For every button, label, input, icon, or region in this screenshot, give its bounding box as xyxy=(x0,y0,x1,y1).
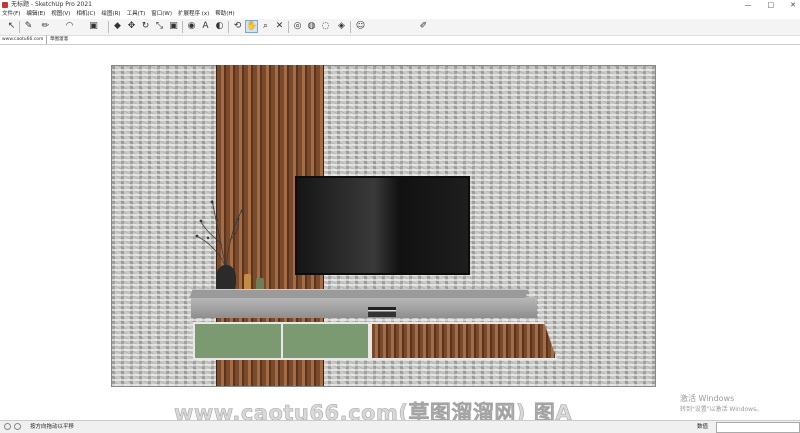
menu-draw[interactable]: 绘图(R) xyxy=(101,10,120,19)
text-icon[interactable]: A xyxy=(200,21,211,32)
status-bar: 按方向拖动以平移 数值 xyxy=(0,420,800,433)
window-controls: — □ ✕ xyxy=(745,0,797,10)
book-stack xyxy=(368,307,396,317)
minimize-button[interactable]: — xyxy=(745,0,752,10)
menu-help[interactable]: 帮助(H) xyxy=(215,10,234,19)
measurements-input[interactable] xyxy=(716,422,800,433)
tape-icon[interactable]: ◉ xyxy=(186,21,197,32)
tab-scene[interactable]: 草图溜溜 xyxy=(46,35,68,44)
toolbar-separator xyxy=(182,21,183,33)
pan-icon[interactable]: ✋ xyxy=(245,20,258,33)
toolbar: ↖ ✎ ✏ ◠ ▣ ◆ ✥ ↻ ⤡ ▣ ◉ A ◐ ⟲ ✋ ⌕ ✕ ◎ ◍ ◌ … xyxy=(0,19,800,36)
pencil-icon[interactable]: ✏ xyxy=(40,21,51,32)
arc-icon[interactable]: ◠ xyxy=(64,21,75,32)
floating-shelf xyxy=(189,289,529,298)
sketchup-logo-icon xyxy=(2,2,8,8)
windows-activation-notice: 激活 Windows 转到"设置"以激活 Windows。 xyxy=(680,393,762,415)
activation-title: 激活 Windows xyxy=(680,394,735,403)
menu-window[interactable]: 窗口(W) xyxy=(151,10,172,19)
title-bar: 无标题 - SketchUp Pro 2021 — □ ✕ xyxy=(0,0,800,10)
scale-icon[interactable]: ⤡ xyxy=(154,21,165,32)
orbit-icon[interactable]: ⟲ xyxy=(232,21,243,32)
report-icon[interactable]: ✐ xyxy=(418,21,429,32)
rectangle-icon[interactable]: ▣ xyxy=(88,21,99,32)
model-viewport[interactable] xyxy=(0,45,800,420)
window-title: 无标题 - SketchUp Pro 2021 xyxy=(11,1,92,8)
menu-extensions[interactable]: 扩展程序 (x) xyxy=(178,10,209,19)
menu-camera[interactable]: 相机(C) xyxy=(76,10,95,19)
credits-icon[interactable] xyxy=(14,423,21,430)
close-button[interactable]: ✕ xyxy=(790,0,796,10)
warehouse-icon[interactable]: ◎ xyxy=(292,21,303,32)
move-icon[interactable]: ✥ xyxy=(126,21,137,32)
television xyxy=(295,176,470,275)
status-hint: 按方向拖动以平移 xyxy=(30,424,75,430)
activation-detail: 转到"设置"以激活 Windows。 xyxy=(680,406,763,413)
select-icon[interactable]: ↖ xyxy=(6,21,17,32)
toolbar-separator xyxy=(288,21,289,33)
menu-bar: 文件(F) 编辑(E) 视图(V) 相机(C) 绘图(R) 工具(T) 窗口(W… xyxy=(0,10,800,19)
eraser-icon[interactable]: ✎ xyxy=(23,21,34,32)
toolbar-separator xyxy=(19,21,20,33)
menu-view[interactable]: 视图(V) xyxy=(51,10,70,19)
decorative-branch xyxy=(195,199,244,269)
menu-edit[interactable]: 编辑(E) xyxy=(26,10,45,19)
layout-icon[interactable]: ◌ xyxy=(320,21,331,32)
account-icon[interactable]: ☺ xyxy=(355,21,366,32)
zoom-extents-icon[interactable]: ✕ xyxy=(274,21,285,32)
geo-location-icon[interactable] xyxy=(4,423,11,430)
toolbar-separator xyxy=(228,21,229,33)
cabinet-divider xyxy=(281,322,283,360)
shelf-lower xyxy=(191,297,537,318)
measurements-label: 数值 xyxy=(697,424,709,430)
style-icon[interactable]: ◈ xyxy=(336,21,347,32)
paint-icon[interactable]: ◐ xyxy=(214,21,225,32)
rotate-icon[interactable]: ↻ xyxy=(140,21,151,32)
menu-tools[interactable]: 工具(T) xyxy=(127,10,146,19)
menu-file[interactable]: 文件(F) xyxy=(2,10,20,19)
toolbar-separator xyxy=(108,21,109,33)
offset-icon[interactable]: ▣ xyxy=(168,21,179,32)
maximize-button[interactable]: □ xyxy=(768,0,775,10)
pushpull-icon[interactable]: ◆ xyxy=(112,21,123,32)
wood-cabinet xyxy=(370,322,557,360)
zoom-icon[interactable]: ⌕ xyxy=(260,21,271,32)
site-label: www.caotu66.com xyxy=(2,37,44,42)
scene-tabs: www.caotu66.com 草图溜溜 xyxy=(0,35,800,45)
extension-icon[interactable]: ◍ xyxy=(306,21,317,32)
toolbar-separator xyxy=(350,21,351,33)
